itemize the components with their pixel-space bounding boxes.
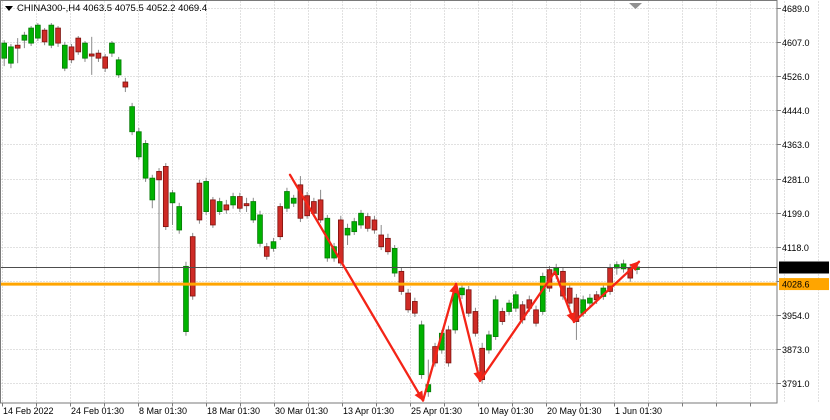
bear-candle xyxy=(318,200,323,220)
bear-candle xyxy=(89,54,94,56)
x-axis-label: 13 Apr 01:30 xyxy=(343,406,394,416)
x-axis-label: 8 Mar 01:30 xyxy=(139,406,187,416)
x-axis-label: 10 May 01:30 xyxy=(479,406,534,416)
bull-candle xyxy=(513,295,518,308)
bull-candle xyxy=(493,300,498,337)
bull-candle xyxy=(621,264,626,269)
bear-candle xyxy=(567,288,572,303)
bull-candle xyxy=(136,132,141,157)
bull-candle xyxy=(453,293,458,330)
x-axis-label: 20 May 01:30 xyxy=(547,406,602,416)
bear-candle xyxy=(446,330,451,363)
bull-candle xyxy=(22,35,27,40)
bull-candle xyxy=(291,198,296,203)
bull-candle xyxy=(177,207,182,230)
bull-candle xyxy=(217,202,222,212)
bull-candle xyxy=(258,215,263,243)
bull-candle xyxy=(130,107,135,132)
bear-candle xyxy=(123,82,128,87)
bull-candle xyxy=(150,178,155,200)
bull-candle xyxy=(285,192,290,209)
bear-candle xyxy=(96,53,101,58)
bull-candle xyxy=(392,248,397,273)
bear-candle xyxy=(15,45,20,48)
bull-candle xyxy=(116,60,121,75)
bull-candle xyxy=(2,43,7,58)
bear-candle xyxy=(42,30,47,42)
bear-candle xyxy=(69,47,74,60)
x-axis-label: 18 Mar 01:30 xyxy=(207,406,260,416)
bear-candle xyxy=(500,311,505,321)
bull-candle xyxy=(204,181,209,211)
bear-candle xyxy=(365,217,370,229)
bull-candle xyxy=(587,298,592,303)
symbol-dropdown-icon[interactable] xyxy=(5,6,13,11)
y-axis-label: 3873.0 xyxy=(782,345,810,355)
bear-candle xyxy=(76,38,81,52)
bear-candle xyxy=(278,207,283,237)
y-axis-label: 4363.0 xyxy=(782,140,810,150)
y-axis-label: 4444.0 xyxy=(782,106,810,116)
price-chart[interactable]: 4689.0 4607.0 4526.0 4444.0 4363.0 4281.0 4199… xyxy=(0,0,830,420)
bear-candle xyxy=(473,311,478,333)
bear-candle xyxy=(163,166,168,226)
bull-candle xyxy=(460,288,465,295)
bear-candle xyxy=(406,293,411,310)
y-axis-label: 4281.0 xyxy=(782,175,810,185)
bull-candle xyxy=(345,228,350,235)
y-axis-label: 4607.0 xyxy=(782,38,810,48)
bear-candle xyxy=(157,171,162,179)
current-price-badge-text: 4069.4 xyxy=(782,263,810,273)
bear-candle xyxy=(56,28,61,43)
x-axis-label: 25 Apr 01:30 xyxy=(411,406,462,416)
bull-candle xyxy=(9,47,14,63)
x-axis-label: 14 Feb 2022 xyxy=(3,406,54,416)
bull-candle xyxy=(231,197,236,205)
bull-candle xyxy=(83,43,88,58)
bear-candle xyxy=(244,204,249,206)
y-axis-label: 4526.0 xyxy=(782,72,810,82)
bull-candle xyxy=(271,242,276,249)
bear-candle xyxy=(412,301,417,313)
bull-candle xyxy=(143,143,148,178)
bull-candle xyxy=(419,325,424,375)
bear-candle xyxy=(466,290,471,313)
bear-candle xyxy=(224,205,229,210)
bull-candle xyxy=(29,28,34,43)
y-axis-label: 4689.0 xyxy=(782,4,810,14)
bull-candle xyxy=(251,202,256,220)
bear-candle xyxy=(372,220,377,230)
bull-candle xyxy=(62,45,67,68)
bear-candle xyxy=(197,183,202,220)
bear-candle xyxy=(534,310,539,323)
bull-candle xyxy=(184,266,189,331)
bull-candle xyxy=(170,193,175,203)
bear-candle xyxy=(237,197,242,209)
orange-price-badge-text: 4028.6 xyxy=(782,280,810,290)
bull-candle xyxy=(110,43,115,53)
bear-candle xyxy=(386,238,391,251)
y-axis-label: 3954.0 xyxy=(782,311,810,321)
symbol-ohlc-label: CHINA300-,H4 4063.5 4075.5 4052.2 4069.4 xyxy=(5,3,207,14)
y-axis-label: 4199.0 xyxy=(782,209,810,219)
bear-candle xyxy=(103,57,108,68)
bear-candle xyxy=(210,200,215,225)
bull-candle xyxy=(352,222,357,232)
bear-candle xyxy=(264,247,269,257)
chart-window: 4689.0 4607.0 4526.0 4444.0 4363.0 4281.0 4199… xyxy=(0,0,830,420)
symbol-ohlc-text: CHINA300-,H4 4063.5 4075.5 4052.2 4069.4 xyxy=(17,3,207,14)
y-axis-label: 3791.0 xyxy=(782,379,810,389)
bull-candle xyxy=(507,303,512,311)
bull-candle xyxy=(49,25,54,45)
bull-candle xyxy=(35,25,40,38)
bull-candle xyxy=(359,213,364,225)
y-axis-label: 4118.0 xyxy=(782,243,809,253)
bull-candle xyxy=(487,335,492,350)
x-axis-label: 1 Jun 01:30 xyxy=(615,406,662,416)
x-axis-label: 30 Mar 01:30 xyxy=(275,406,328,416)
bear-candle xyxy=(399,271,404,291)
x-axis-label: 24 Feb 01:30 xyxy=(71,406,124,416)
bear-candle xyxy=(379,235,384,247)
bear-candle xyxy=(190,237,195,296)
